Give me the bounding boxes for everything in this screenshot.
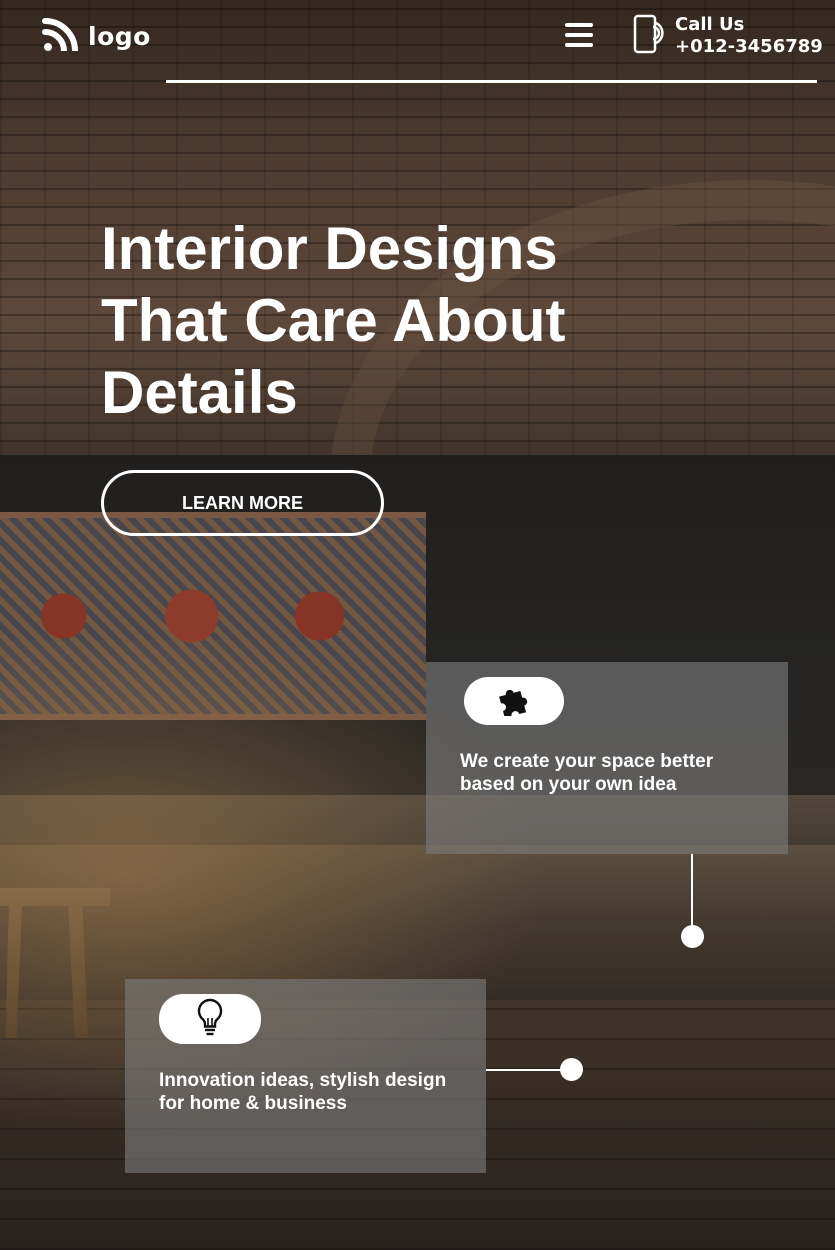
lightbulb-icon xyxy=(195,997,225,1042)
hero-title-line-1: Interior Designs xyxy=(101,215,558,282)
feature-text: We create your space better based on you… xyxy=(460,750,760,796)
phone-number: +012-3456789 xyxy=(675,36,823,57)
feature-text-line-2: based on your own idea xyxy=(460,774,677,795)
puzzle-icon xyxy=(497,682,531,721)
logo-text: logo xyxy=(88,22,151,51)
feature-card-space: We create your space better based on you… xyxy=(426,662,788,854)
call-us-text: Call Us +012-3456789 xyxy=(675,14,823,58)
header-divider xyxy=(166,80,817,83)
feature-text-line-1: Innovation ideas, stylish design xyxy=(159,1070,447,1091)
connector-line xyxy=(691,854,693,926)
feature-icon-pill xyxy=(159,994,261,1044)
call-us-label: Call Us xyxy=(675,14,745,35)
hotspot-dot[interactable] xyxy=(681,925,704,948)
hotspot-dot[interactable] xyxy=(560,1058,583,1081)
call-us-link[interactable]: Call Us +012-3456789 xyxy=(633,14,823,59)
hamburger-menu-button[interactable] xyxy=(563,21,595,49)
feature-icon-pill xyxy=(464,677,564,725)
logo-link[interactable]: logo xyxy=(42,17,151,56)
connector-line xyxy=(486,1069,562,1071)
feature-text-line-1: We create your space better xyxy=(460,751,714,772)
feature-text: Innovation ideas, stylish design for hom… xyxy=(159,1069,479,1115)
hero-title: Interior Designs That Care About Details xyxy=(101,213,661,429)
feature-text-line-2: for home & business xyxy=(159,1093,347,1114)
hamburger-icon xyxy=(565,23,593,47)
learn-more-button[interactable]: LEARN MORE xyxy=(101,470,384,536)
hero-title-line-3: Details xyxy=(101,359,298,426)
hero-title-line-2: That Care About xyxy=(101,287,566,354)
logo-icon xyxy=(42,17,80,56)
phone-ringing-icon xyxy=(633,14,665,59)
feature-card-innovation: Innovation ideas, stylish design for hom… xyxy=(125,979,486,1173)
